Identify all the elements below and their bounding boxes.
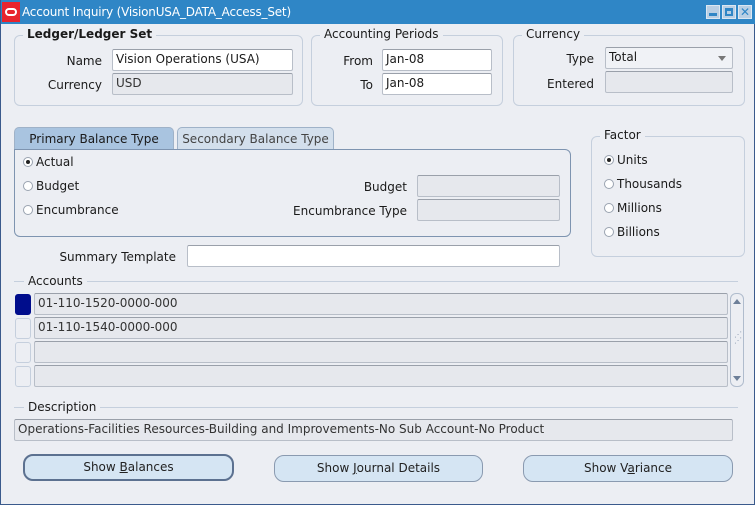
budget-field[interactable] (417, 175, 560, 197)
row-selector[interactable] (15, 342, 31, 363)
period-from-field[interactable]: Jan-08 (382, 49, 492, 71)
summary-template-label: Summary Template (59, 250, 176, 264)
radio-dot-units (604, 155, 614, 165)
radio-encumbrance[interactable]: Encumbrance (23, 203, 119, 217)
radio-millions-label: Millions (617, 201, 662, 215)
description-title: Description (24, 400, 101, 414)
from-label: From (343, 54, 373, 68)
accounting-periods-title: Accounting Periods (320, 27, 443, 41)
btn-text: Show V (583, 461, 628, 475)
radio-dot-budget (23, 181, 33, 191)
currency-group-title: Currency (522, 27, 585, 41)
encumbrance-type-label: Encumbrance Type (293, 204, 407, 218)
radio-dot-encumbrance (23, 205, 33, 215)
radio-thousands[interactable]: Thousands (604, 177, 682, 191)
encumbrance-type-field[interactable] (417, 199, 560, 221)
ledger-group-title: Ledger/Ledger Set (23, 27, 157, 41)
accounts-scrollbar[interactable]: ⋰ ⋰ (730, 293, 744, 387)
radio-thousands-label: Thousands (617, 177, 682, 191)
scroll-up-icon[interactable] (733, 299, 741, 304)
btn-text: riance (634, 461, 673, 475)
currency-type-select[interactable]: Total (605, 47, 733, 69)
currency-type-value: Total (609, 50, 638, 64)
row-selector[interactable] (15, 294, 31, 315)
oracle-logo-icon (2, 2, 20, 22)
btn-text: Show (83, 460, 120, 474)
radio-dot-billions (604, 227, 614, 237)
name-label: Name (66, 54, 102, 68)
summary-template-field[interactable] (187, 245, 560, 267)
btn-mnemonic: a (627, 461, 635, 475)
btn-text: ournal Details (356, 461, 441, 475)
radio-actual-label: Actual (36, 155, 74, 169)
show-balances-button[interactable]: Show Balances (23, 454, 234, 481)
radio-encumbrance-label: Encumbrance (36, 203, 119, 217)
btn-text: Show (316, 461, 354, 475)
radio-billions[interactable]: Billions (604, 225, 660, 239)
ledger-currency-field[interactable]: USD (112, 73, 293, 95)
radio-units-label: Units (617, 153, 648, 167)
entered-label: Entered (547, 77, 594, 91)
window-title: Account Inquiry (VisionUSA_DATA_Access_S… (22, 5, 291, 19)
btn-mnemonic: B (119, 460, 128, 474)
title-bar[interactable]: Account Inquiry (VisionUSA_DATA_Access_S… (1, 0, 755, 24)
description-divider (14, 407, 738, 408)
scroll-down-icon[interactable] (733, 376, 741, 381)
currency-label: Currency (47, 78, 102, 92)
budget-label: Budget (363, 180, 407, 194)
radio-millions[interactable]: Millions (604, 201, 662, 215)
radio-actual[interactable]: Actual (23, 155, 74, 169)
show-variance-button[interactable]: Show Variance (523, 455, 733, 482)
tab-secondary-balance-type[interactable]: Secondary Balance Type (177, 127, 334, 150)
accounts-divider (14, 281, 738, 282)
row-selector[interactable] (15, 366, 31, 387)
currency-entered-field[interactable] (605, 71, 733, 93)
maximize-icon[interactable] (722, 5, 736, 19)
account-inquiry-window: Account Inquiry (VisionUSA_DATA_Access_S… (0, 0, 755, 505)
row-selector[interactable] (15, 318, 31, 339)
radio-budget-label: Budget (36, 179, 80, 193)
type-label: Type (566, 52, 594, 66)
tab-primary-balance-type[interactable]: Primary Balance Type (14, 127, 174, 150)
radio-dot-millions (604, 203, 614, 213)
description-field[interactable]: Operations-Facilities Resources-Building… (14, 419, 733, 441)
btn-text: alances (127, 460, 174, 474)
radio-budget[interactable]: Budget (23, 179, 79, 193)
radio-dot-actual (23, 157, 33, 167)
account-row[interactable] (34, 365, 728, 387)
radio-billions-label: Billions (617, 225, 660, 239)
factor-title: Factor (600, 128, 645, 142)
show-journal-details-button[interactable]: Show Journal Details (274, 455, 483, 482)
account-row[interactable]: 01-110-1540-0000-000 (34, 317, 728, 339)
radio-dot-thousands (604, 179, 614, 189)
radio-units[interactable]: Units (604, 153, 648, 167)
account-row[interactable]: 01-110-1520-0000-000 (34, 293, 728, 315)
period-to-field[interactable]: Jan-08 (382, 73, 492, 95)
accounts-title: Accounts (24, 274, 87, 288)
scroll-grip-icon[interactable]: ⋰ ⋰ (734, 331, 742, 345)
close-icon[interactable]: ✕ (738, 5, 752, 19)
ledger-name-field[interactable]: Vision Operations (USA) (112, 49, 293, 71)
account-row[interactable] (34, 341, 728, 363)
chevron-down-icon (718, 56, 726, 61)
minimize-icon[interactable] (706, 5, 720, 19)
to-label: To (360, 78, 373, 92)
